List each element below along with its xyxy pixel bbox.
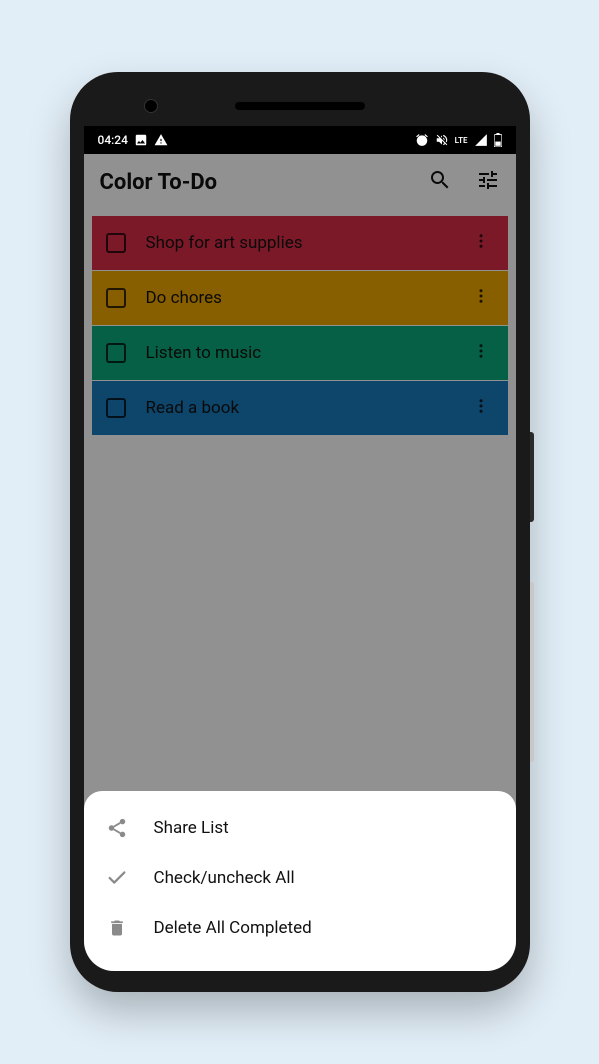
phone-side-button-2 (530, 582, 534, 762)
check-icon (106, 867, 128, 889)
status-left: 04:24 (98, 133, 168, 147)
status-right: LTE (415, 133, 502, 147)
status-bar: 04:24 LTE (84, 126, 516, 154)
earpiece-speaker (235, 102, 365, 110)
share-icon (106, 817, 128, 839)
phone-screen: 04:24 LTE Color To-Do (84, 126, 516, 971)
delete-completed-label: Delete All Completed (154, 918, 312, 938)
front-camera (144, 99, 158, 113)
phone-top (84, 86, 516, 126)
trash-icon (106, 917, 128, 939)
phone-frame: 04:24 LTE Color To-Do (70, 72, 530, 992)
signal-icon (474, 133, 488, 147)
warning-icon (154, 133, 168, 147)
battery-icon (494, 133, 502, 147)
vibrate-icon (435, 133, 449, 147)
status-time: 04:24 (98, 133, 128, 147)
image-icon (134, 133, 148, 147)
check-uncheck-label: Check/uncheck All (154, 868, 295, 888)
share-list-item[interactable]: Share List (84, 803, 516, 853)
alarm-icon (415, 133, 429, 147)
phone-side-button (530, 432, 534, 522)
delete-completed-item[interactable]: Delete All Completed (84, 903, 516, 953)
check-uncheck-all-item[interactable]: Check/uncheck All (84, 853, 516, 903)
bottom-sheet: Share List Check/uncheck All Delete All … (84, 791, 516, 971)
lte-indicator: LTE (455, 136, 468, 145)
app-content: Color To-Do Shop for art supplies (84, 154, 516, 971)
share-list-label: Share List (154, 818, 229, 838)
